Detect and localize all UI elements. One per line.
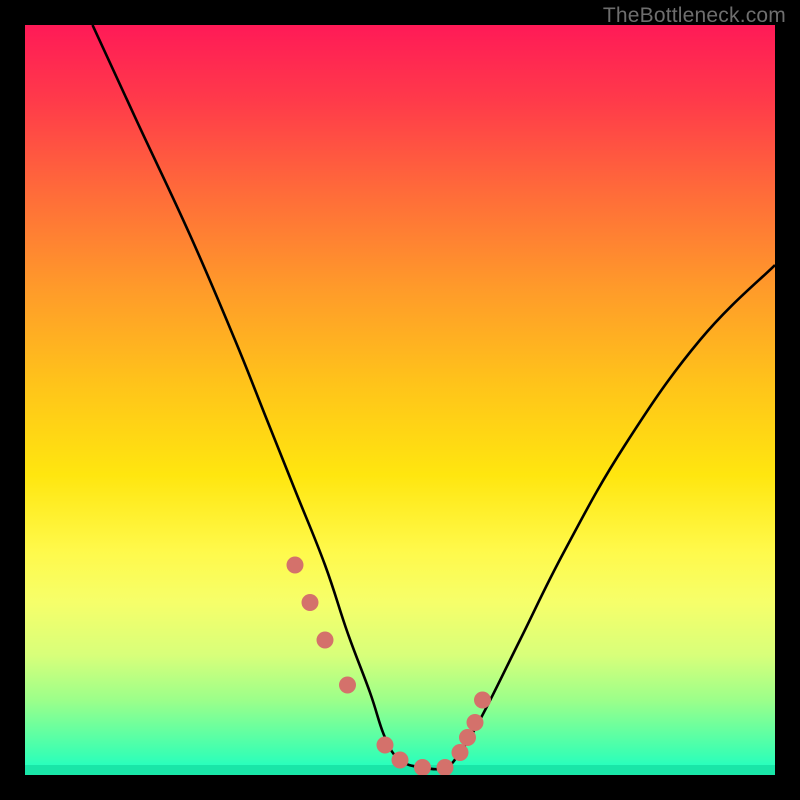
highlight-dot	[339, 677, 356, 694]
highlight-dot	[317, 632, 334, 649]
highlight-dot	[414, 759, 431, 775]
highlight-dot	[287, 557, 304, 574]
highlight-dot	[437, 759, 454, 775]
highlight-dot	[452, 744, 469, 761]
highlight-dot	[377, 737, 394, 754]
highlight-dot	[392, 752, 409, 769]
highlight-dot	[474, 692, 491, 709]
highlight-dot	[467, 714, 484, 731]
chart-svg	[25, 25, 775, 775]
bottleneck-curve	[93, 25, 776, 769]
markers-layer	[287, 557, 492, 776]
highlight-dot	[459, 729, 476, 746]
highlight-dot	[302, 594, 319, 611]
chart-frame	[25, 25, 775, 775]
curve-layer	[93, 25, 776, 769]
watermark-text: TheBottleneck.com	[603, 4, 786, 28]
